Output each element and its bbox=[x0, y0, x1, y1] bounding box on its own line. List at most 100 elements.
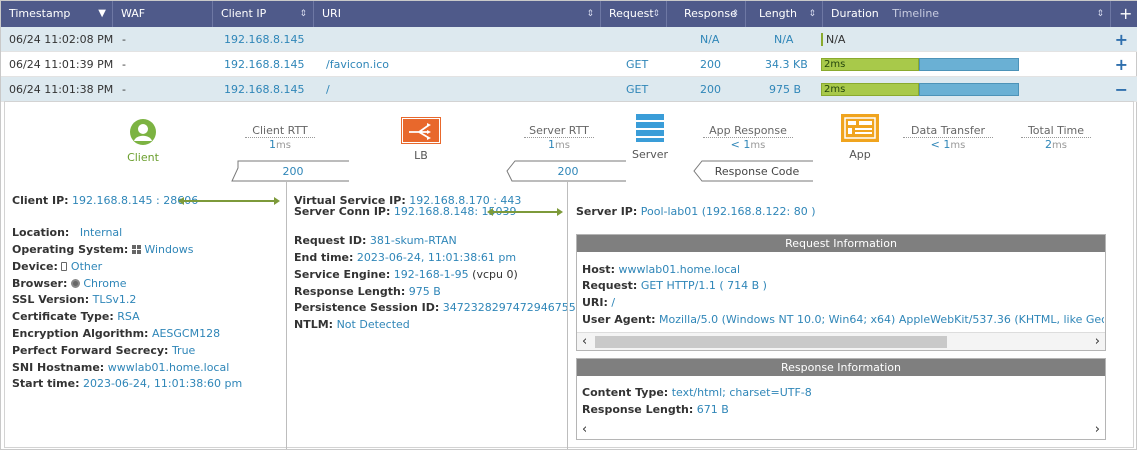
app-response-label: App Response bbox=[703, 124, 793, 138]
end-time-field: End time: 2023-06-24, 11:01:38:61 pm bbox=[294, 251, 517, 264]
ntlm-field: NTLM: Not Detected bbox=[294, 318, 410, 331]
row-response[interactable]: 200 bbox=[700, 77, 721, 102]
col-client-ip[interactable]: Client IP ⇕ bbox=[213, 1, 314, 27]
row-request[interactable]: GET bbox=[626, 77, 648, 102]
browser-field: Browser: Chrome bbox=[12, 277, 127, 290]
duration-bar: 2ms bbox=[821, 58, 1019, 71]
scroll-thumb[interactable] bbox=[595, 336, 947, 348]
row-waf: - bbox=[122, 83, 126, 96]
request-flow: Client Client RTT 1ms LB Server RTT 1ms bbox=[5, 102, 1135, 182]
pfs-field: Perfect Forward Secrecy: True bbox=[12, 344, 196, 357]
col-duration[interactable]: Duration Timeline ⇕ bbox=[823, 1, 1111, 27]
response-info-title: Response Information bbox=[577, 359, 1105, 376]
request-info-title: Request Information bbox=[577, 235, 1105, 252]
total-time: Total Time 2ms bbox=[1021, 124, 1091, 151]
request-scrollbar[interactable]: ‹ › bbox=[577, 332, 1105, 350]
response-code-arrow-1: 200 bbox=[231, 160, 349, 182]
encryption-field: Encryption Algorithm: AESGCM128 bbox=[12, 327, 221, 340]
client-rtt-label: Client RTT bbox=[245, 124, 315, 138]
row-client-ip[interactable]: 192.168.8.145 bbox=[224, 27, 304, 52]
scroll-left-icon[interactable]: ‹ bbox=[582, 333, 587, 351]
server-node: Server bbox=[632, 113, 668, 161]
server-conn-ip-field: Server Conn IP: 192.168.8.148: 15039 bbox=[294, 205, 517, 218]
col-response[interactable]: Response ⇕ bbox=[667, 1, 746, 27]
server-label: Server bbox=[632, 148, 669, 161]
server-details: Server IP: Pool-lab01 (192.168.8.122: 80… bbox=[567, 182, 1135, 449]
scroll-right-icon[interactable]: › bbox=[1095, 421, 1100, 439]
table-row[interactable]: 06/24 11:02:08 PM - 192.168.8.145 N/A N/… bbox=[1, 27, 1137, 52]
sort-icon: ⇕ bbox=[731, 9, 739, 19]
windows-icon bbox=[131, 245, 141, 254]
server-rtt: Server RTT 1ms bbox=[524, 124, 594, 151]
timeline-label: Timeline bbox=[892, 7, 940, 20]
code-1: 200 bbox=[283, 165, 304, 178]
persistence-field: Persistence Session ID: 3472328297472946… bbox=[294, 301, 576, 314]
lb-node: LB bbox=[400, 117, 442, 162]
col-waf[interactable]: WAF bbox=[113, 1, 213, 27]
row-length[interactable]: N/A bbox=[774, 27, 793, 52]
table-header: Timestamp ▼ WAF Client IP ⇕ URI ⇕ Reques… bbox=[1, 1, 1137, 27]
row-client-ip[interactable]: 192.168.8.145 bbox=[224, 77, 304, 102]
row-client-ip[interactable]: 192.168.8.145 bbox=[224, 52, 304, 77]
row-response[interactable]: N/A bbox=[700, 27, 719, 52]
start-time-field: Start time: 2023-06-24, 11:01:38:60 pm bbox=[12, 377, 243, 390]
row-request[interactable]: GET bbox=[626, 52, 648, 77]
log-detail-panel: Client Client RTT 1ms LB Server RTT 1ms bbox=[4, 101, 1135, 449]
lb-label: LB bbox=[414, 149, 428, 162]
row-timestamp: 06/24 11:02:08 PM bbox=[9, 33, 114, 46]
col-uri[interactable]: URI ⇕ bbox=[314, 1, 601, 27]
table-row[interactable]: 06/24 11:01:38 PM - 192.168.8.145 / GET … bbox=[1, 77, 1137, 102]
duration-label: 2ms bbox=[824, 84, 846, 95]
duration-marker bbox=[821, 33, 823, 46]
ssl-field: SSL Version: TLSv1.2 bbox=[12, 293, 137, 306]
sort-desc-icon: ▼ bbox=[98, 8, 106, 19]
chrome-icon bbox=[70, 279, 80, 288]
server-rtt-label: Server RTT bbox=[524, 124, 594, 138]
row-uri[interactable]: / bbox=[326, 77, 330, 102]
response-length-field: Response Length: 975 B bbox=[294, 285, 441, 298]
application-icon bbox=[841, 114, 879, 142]
expand-row-button[interactable]: + bbox=[1115, 52, 1128, 77]
col-request[interactable]: Request ⇕ bbox=[601, 1, 667, 27]
user-circle-icon bbox=[130, 119, 156, 145]
app-response: App Response < 1ms bbox=[703, 124, 793, 151]
row-length[interactable]: 34.3 KB bbox=[765, 52, 808, 77]
duration-label: 2ms bbox=[824, 59, 846, 70]
sort-icon: ⇕ bbox=[1096, 9, 1104, 19]
response-code-label: Response Code bbox=[715, 165, 800, 178]
client-ip-field: Client IP: 192.168.8.145 : 28606 bbox=[12, 194, 199, 207]
row-waf: - bbox=[122, 58, 126, 71]
duration-bar-server bbox=[919, 58, 1019, 71]
client-label: Client bbox=[127, 151, 159, 164]
response-scrollbar[interactable]: ‹ › bbox=[577, 421, 1105, 439]
scroll-left-icon[interactable]: ‹ bbox=[582, 421, 587, 439]
col-length[interactable]: Length ⇕ bbox=[746, 1, 823, 27]
os-field: Operating System: Windows bbox=[12, 243, 194, 256]
sort-icon: ⇕ bbox=[808, 9, 816, 19]
data-transfer: Data Transfer < 1ms bbox=[903, 124, 993, 151]
client-details: Client IP: 192.168.8.145 : 28606 Locatio… bbox=[5, 182, 286, 449]
request-field: Request: GET HTTP/1.1 ( 714 B ) bbox=[582, 279, 767, 292]
user-agent-field: User Agent: Mozilla/5.0 (Windows NT 10.0… bbox=[582, 313, 1104, 326]
content-type-field: Content Type: text/html; charset=UTF-8 bbox=[582, 386, 812, 399]
duration-bar: 2ms bbox=[821, 83, 1019, 96]
table-row[interactable]: 06/24 11:01:39 PM - 192.168.8.145 /favic… bbox=[1, 52, 1137, 77]
service-engine-field: Service Engine: 192-168-1-95 (vcpu 0) bbox=[294, 268, 518, 281]
row-waf: - bbox=[122, 33, 126, 46]
scroll-right-icon[interactable]: › bbox=[1095, 333, 1100, 351]
response-info-panel: Response Information Content Type: text/… bbox=[576, 358, 1106, 440]
add-column-button[interactable]: + bbox=[1111, 1, 1137, 27]
response-code-arrow-2: 200 bbox=[506, 160, 626, 182]
collapse-row-button[interactable]: − bbox=[1115, 77, 1128, 102]
col-timestamp[interactable]: Timestamp ▼ bbox=[1, 1, 113, 27]
cert-field: Certificate Type: RSA bbox=[12, 310, 140, 323]
row-length[interactable]: 975 B bbox=[769, 77, 801, 102]
logs-view: Timestamp ▼ WAF Client IP ⇕ URI ⇕ Reques… bbox=[0, 0, 1137, 450]
expand-row-button[interactable]: + bbox=[1115, 27, 1128, 52]
client-arrow bbox=[178, 197, 280, 205]
device-icon bbox=[61, 262, 68, 271]
sort-icon: ⇕ bbox=[299, 9, 307, 19]
row-response[interactable]: 200 bbox=[700, 52, 721, 77]
row-uri[interactable]: /favicon.ico bbox=[326, 52, 389, 77]
detail-columns: Client IP: 192.168.8.145 : 28606 Locatio… bbox=[5, 182, 1135, 449]
